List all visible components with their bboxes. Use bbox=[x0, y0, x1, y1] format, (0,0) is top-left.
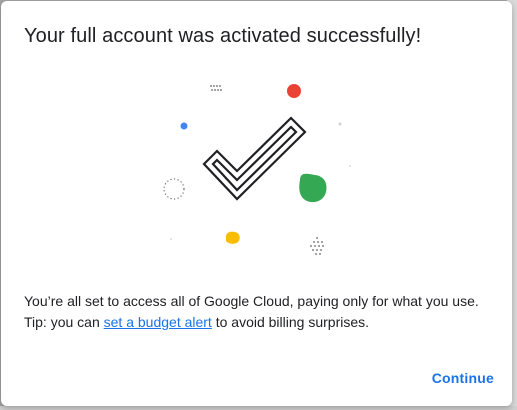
green-blob-icon bbox=[299, 173, 327, 203]
access-message: You’re all set to access all of Google C… bbox=[24, 293, 479, 309]
speck-icon bbox=[170, 238, 172, 240]
checkmark-icon bbox=[202, 116, 307, 201]
speck-icon bbox=[338, 122, 342, 126]
continue-button[interactable]: Continue bbox=[430, 364, 496, 392]
speck-icon bbox=[349, 165, 351, 167]
budget-alert-link[interactable]: set a budget alert bbox=[104, 314, 212, 330]
backdrop-edge-bottom bbox=[0, 406, 517, 410]
yellow-blob-icon bbox=[226, 231, 240, 244]
dot-cluster-top-icon bbox=[210, 85, 222, 91]
tip-message: Tip: you can set a budget alert to avoid… bbox=[24, 312, 504, 333]
success-illustration bbox=[163, 84, 351, 255]
red-dot-icon bbox=[287, 84, 301, 98]
blue-dot-icon bbox=[180, 122, 188, 130]
dialog-body: You’re all set to access all of Google C… bbox=[24, 291, 504, 333]
tip-suffix: to avoid billing surprises. bbox=[211, 314, 370, 330]
dialog-title: Your full account was activated successf… bbox=[24, 25, 422, 47]
dot-cluster-bottom-icon bbox=[310, 237, 324, 255]
activation-success-dialog: Your full account was activated successf… bbox=[1, 1, 512, 406]
tip-prefix: Tip: you can bbox=[24, 314, 104, 330]
dotted-ring-icon bbox=[163, 178, 185, 200]
